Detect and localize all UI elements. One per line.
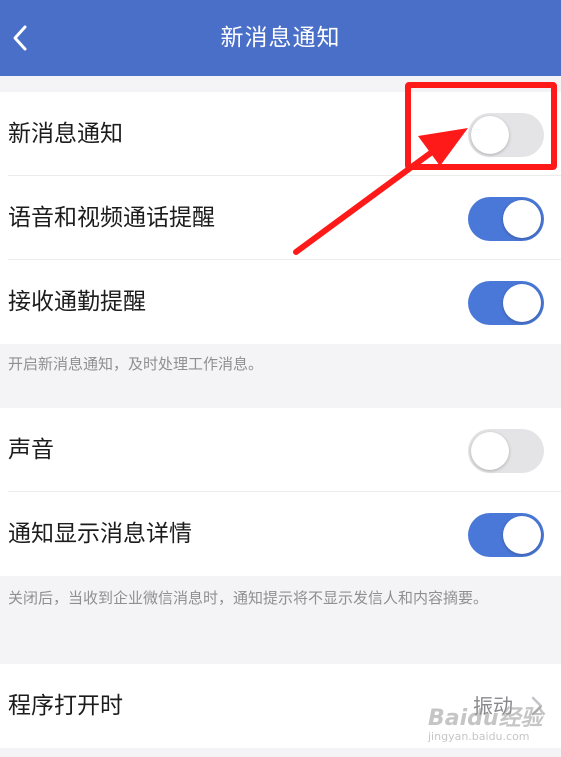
toggle-knob <box>503 284 541 322</box>
annotation-highlight-box <box>405 82 557 170</box>
setting-row-commute-reminder: 接收通勤提醒 <box>0 260 561 344</box>
setting-label: 声音 <box>8 437 54 463</box>
nav-bar: 新消息通知 <box>0 0 561 76</box>
toggle-knob <box>471 432 509 470</box>
setting-label: 接收通勤提醒 <box>8 289 146 315</box>
sound-toggle[interactable] <box>468 429 544 473</box>
watermark: Baidu经验 jingyan.baidu.com <box>428 700 558 748</box>
screen: 新消息通知 新消息通知 语音和视频通话提醒 接收通勤提醒 开启新消息通知，及时处… <box>0 0 561 757</box>
setting-label: 程序打开时 <box>8 693 123 719</box>
setting-row-show-details: 通知显示消息详情 <box>0 492 561 576</box>
setting-row-call-reminder: 语音和视频通话提醒 <box>0 176 561 260</box>
show-details-toggle[interactable] <box>468 513 544 557</box>
commute-reminder-toggle[interactable] <box>468 281 544 325</box>
watermark-logo: Baidu经验 <box>428 706 543 731</box>
setting-row-sound: 声音 <box>0 408 561 492</box>
toggle-knob <box>503 516 541 554</box>
setting-label: 通知显示消息详情 <box>8 521 192 547</box>
page-title: 新消息通知 <box>220 25 341 51</box>
section-note: 关闭后，当收到企业微信消息时，通知提示将不显示发信人和内容摘要。 <box>8 589 489 607</box>
call-reminder-toggle[interactable] <box>468 197 544 241</box>
toggle-knob <box>503 200 541 238</box>
setting-label: 语音和视频通话提醒 <box>8 205 215 231</box>
setting-label: 新消息通知 <box>8 121 123 147</box>
section-note: 开启新消息通知，及时处理工作消息。 <box>8 355 264 373</box>
